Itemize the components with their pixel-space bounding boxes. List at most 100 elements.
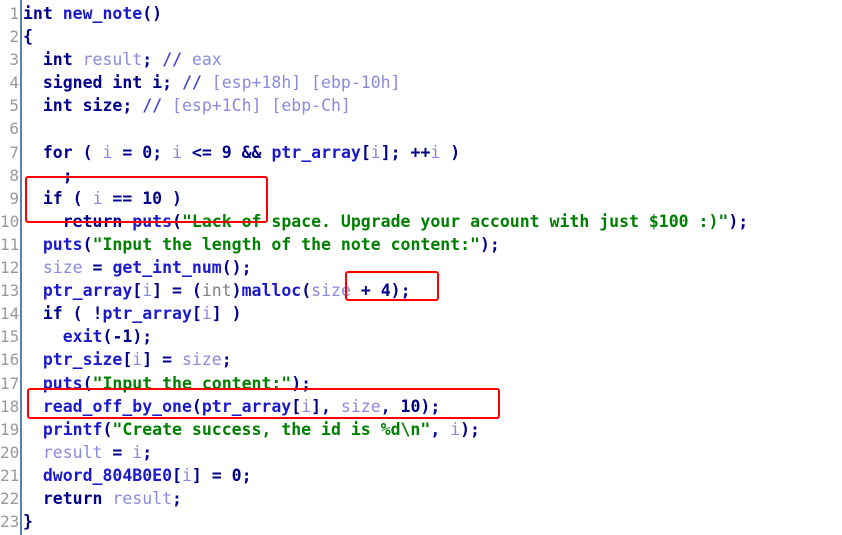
code-line[interactable]: printf("Create success, the id is %d\n",… xyxy=(23,418,842,441)
code-line[interactable]: return puts("Lack of space. Upgrade your… xyxy=(23,210,842,233)
code-token: result xyxy=(82,50,143,70)
line-number: 15 xyxy=(0,327,20,347)
code-token: ; xyxy=(241,465,252,485)
code-line[interactable]: ptr_array[i] = (int)malloc(size + 4); xyxy=(23,279,842,302)
code-token: ); xyxy=(728,211,749,231)
code-token: ptr_array xyxy=(42,281,133,301)
code-token: int xyxy=(23,4,63,23)
code-token: result xyxy=(112,488,173,508)
code-line[interactable]: puts("Input the length of the note conte… xyxy=(23,233,842,256)
code-token: ); xyxy=(132,327,153,347)
code-line[interactable]: ; xyxy=(23,164,842,187)
code-token: size xyxy=(82,96,123,116)
code-line[interactable]: read_off_by_one(ptr_array[i], size, 10); xyxy=(23,395,842,418)
code-area[interactable]: int new_note(){ int result; // eax signe… xyxy=(22,0,842,535)
line-number: 23 xyxy=(0,512,20,532)
code-token: i xyxy=(142,281,153,301)
line-number: 20 xyxy=(0,442,20,462)
code-token: exit xyxy=(62,327,103,347)
code-token: () xyxy=(142,4,163,23)
code-token: read_off_by_one xyxy=(42,396,192,416)
code-token: for xyxy=(42,142,73,162)
code-line[interactable]: int new_note() xyxy=(23,2,842,25)
code-token: printf xyxy=(42,419,103,439)
code-token: i xyxy=(102,142,113,162)
code-line[interactable]: result = i; xyxy=(23,441,842,464)
code-line[interactable]: if ( i == 10 ) xyxy=(23,187,842,210)
code-line[interactable]: int size; // [esp+1Ch] [ebp-Ch] xyxy=(23,94,842,117)
code-token: int xyxy=(201,281,232,301)
line-number: 19 xyxy=(0,419,20,439)
code-token: ( xyxy=(82,234,93,254)
code-token: ( xyxy=(72,142,103,162)
code-token: ( xyxy=(191,396,202,416)
code-token: ; xyxy=(122,96,143,116)
code-token: ( xyxy=(172,211,182,231)
code-token: ) xyxy=(440,142,461,162)
code-token: // xyxy=(162,50,182,70)
line-number: 3 xyxy=(9,50,19,70)
line-number: 21 xyxy=(0,465,20,485)
code-token: int xyxy=(42,50,73,70)
code-token: ; xyxy=(162,73,182,93)
code-token: result xyxy=(42,442,103,462)
code-token: get_int_num xyxy=(112,258,222,278)
line-number: 6 xyxy=(9,119,19,139)
code-line[interactable]: int result; // eax xyxy=(23,48,842,71)
code-token: i xyxy=(132,442,143,462)
code-token: i xyxy=(430,142,441,162)
code-line[interactable]: dword_804B0E0[i] = 0; xyxy=(23,464,842,487)
code-line[interactable]: size = get_int_num(); xyxy=(23,256,842,279)
code-token: = xyxy=(102,442,133,462)
code-line[interactable]: signed int i; // [esp+18h] [ebp-10h] xyxy=(23,71,842,94)
code-token: "Create success, the id is %d\n" xyxy=(112,419,431,439)
code-token: -1 xyxy=(112,327,133,347)
code-token: , xyxy=(430,419,451,439)
code-line[interactable]: } xyxy=(23,510,842,533)
code-line[interactable]: ptr_size[i] = size; xyxy=(23,348,842,371)
code-token: ++ xyxy=(410,142,431,162)
code-token: size xyxy=(340,396,381,416)
code-line[interactable]: if ( !ptr_array[i] ) xyxy=(23,302,842,325)
code-line[interactable]: return result; xyxy=(23,487,842,510)
code-token: ; xyxy=(142,442,153,462)
line-number: 8 xyxy=(9,165,19,185)
code-line[interactable] xyxy=(23,117,842,140)
code-token: i xyxy=(301,396,312,416)
line-number: 4 xyxy=(9,73,19,93)
code-line[interactable]: exit(-1); xyxy=(23,325,842,348)
code-token: ; xyxy=(142,50,163,70)
code-line[interactable]: for ( i = 0; i <= 9 && ptr_array[i]; ++i… xyxy=(23,141,842,164)
line-number: 17 xyxy=(0,373,20,393)
code-token: if xyxy=(42,304,63,324)
code-line[interactable]: { xyxy=(23,25,842,48)
code-token: && xyxy=(231,142,272,162)
code-token: return xyxy=(42,488,103,508)
code-token: puts xyxy=(132,211,173,231)
code-token: // xyxy=(142,96,163,116)
code-token: i xyxy=(132,350,143,370)
pseudocode-editor[interactable]: 1 2 3 4 5 6 7 8 9 10 11 12 13 14 15 16 17 18 19 20 21 22 23 in… xyxy=(0,0,842,535)
code-token: size xyxy=(42,258,83,278)
code-token: "Input the length of the note content:" xyxy=(92,234,480,254)
code-token: [ xyxy=(172,465,182,485)
code-token: ) xyxy=(231,281,242,301)
code-token: ( xyxy=(102,419,113,439)
code-line[interactable]: puts("Input the content:"); xyxy=(23,372,842,395)
code-token: == xyxy=(102,188,143,208)
line-number: 9 xyxy=(9,188,19,208)
code-token: puts xyxy=(42,234,83,254)
code-token: i xyxy=(181,465,192,485)
